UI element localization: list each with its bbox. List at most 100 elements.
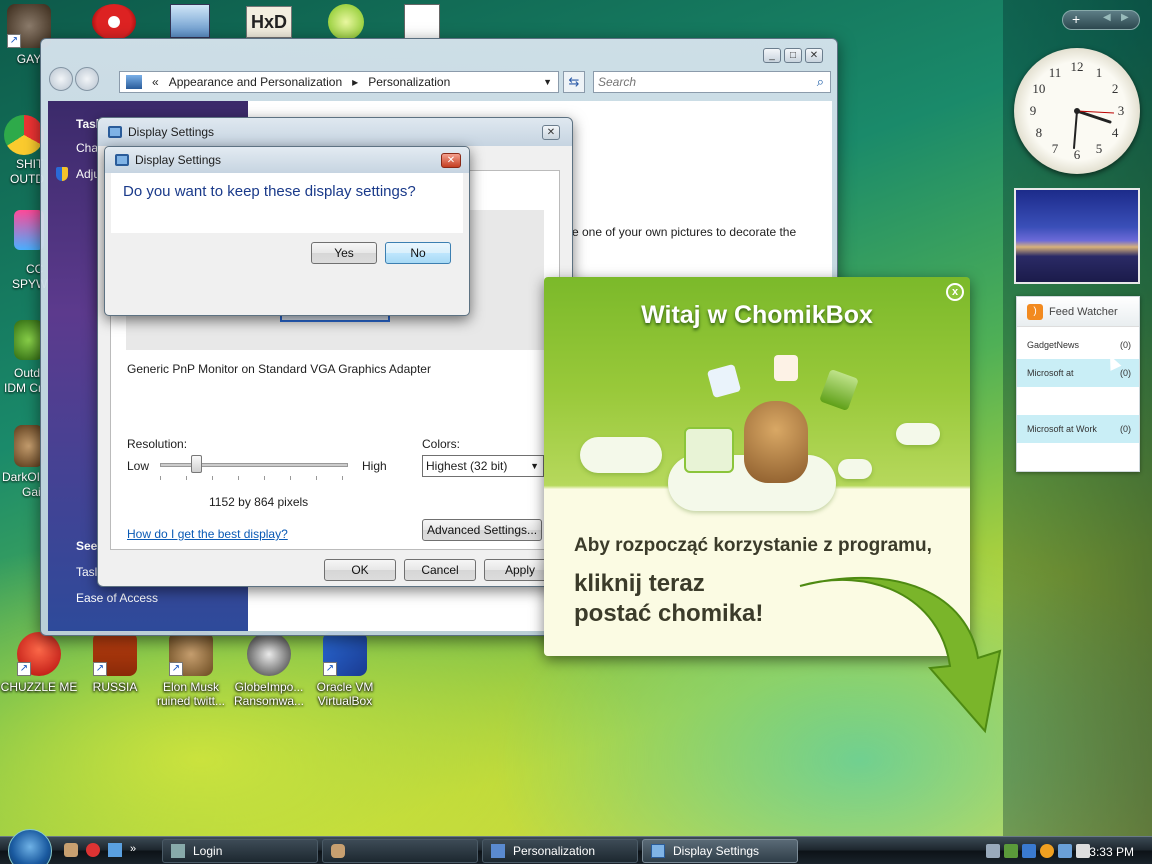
desktop-icon-label: OUTD	[10, 172, 44, 186]
task-link[interactable]: Cha	[76, 141, 98, 155]
feed-item-count: (0)	[1120, 340, 1131, 350]
call-to-action-line: kliknij teraz	[574, 570, 705, 597]
close-button[interactable]: ✕	[542, 125, 560, 140]
keep-settings-dialog[interactable]: Display Settings ✕ Do you want to keep t…	[104, 146, 470, 316]
next-gadget-icon[interactable]: ▶	[1121, 12, 1129, 23]
tray-icon[interactable]	[1022, 844, 1036, 858]
clock-numeral: 6	[1074, 147, 1081, 162]
search-input[interactable]	[594, 72, 794, 92]
window-app-icon[interactable]	[170, 4, 210, 38]
desktop-icon-elon[interactable]: ↗ Elon Musk ruined twitt...	[152, 632, 230, 708]
search-box[interactable]: ⌕	[593, 71, 831, 93]
shortcut-arrow-icon: ↗	[93, 662, 107, 676]
desktop-icon-label: GlobeImpo... Ransomwa...	[233, 680, 305, 708]
network-icon[interactable]	[1058, 844, 1072, 858]
help-link[interactable]: How do I get the best display?	[127, 527, 288, 541]
start-button[interactable]	[8, 829, 52, 864]
slideshow-gadget[interactable]	[1014, 188, 1140, 284]
tray-icon[interactable]	[1004, 844, 1018, 858]
chuzzle-icon: ↗	[17, 632, 61, 676]
nuclear-icon[interactable]	[92, 4, 136, 40]
desktop-icon-label: Outd	[14, 366, 41, 380]
resolution-value: 1152 by 864 pixels	[209, 495, 309, 509]
back-button[interactable]	[49, 67, 73, 91]
address-bar[interactable]: « Appearance and Personalization ▸ Perso…	[119, 71, 559, 93]
tasks-heading: Tasl	[76, 117, 100, 131]
colors-select[interactable]: Highest (32 bit) ▼	[422, 455, 544, 477]
document-icon[interactable]	[404, 4, 440, 40]
taskbar-clock[interactable]: 3:33 PM	[1089, 845, 1134, 859]
desktop-icon-label: RUSSIA	[92, 680, 138, 694]
desktop-icon-russia[interactable]: ↗ RUSSIA	[76, 632, 154, 694]
advanced-settings-button[interactable]: Advanced Settings...	[422, 519, 542, 541]
clock-numeral: 8	[1036, 125, 1043, 140]
feed-item[interactable]	[1017, 387, 1139, 415]
ok-button[interactable]: OK	[324, 559, 396, 581]
chomikbox-instruction: Aby rozpocząć korzystanie z programu,	[574, 535, 932, 556]
address-chevron[interactable]: «	[152, 75, 159, 89]
virtualbox-icon: ↗	[323, 632, 367, 676]
shortcut-arrow-icon: ↗	[169, 662, 183, 676]
quick-launch-icon[interactable]	[64, 843, 78, 857]
feed-item[interactable]: Microsoft at Work (0)	[1017, 415, 1139, 443]
monitor-icon	[108, 126, 122, 138]
refresh-button[interactable]: ⇆	[563, 71, 585, 93]
shortcut-arrow-icon: ↗	[7, 34, 21, 48]
taskbar-item-display-settings[interactable]: Display Settings	[642, 839, 798, 863]
slider-ticks	[160, 476, 348, 480]
hamster-mascot[interactable]	[744, 401, 808, 483]
document-file-icon	[819, 368, 859, 412]
breadcrumb-appearance[interactable]: Appearance and Personalization	[169, 75, 342, 89]
taskbar-item-label: Personalization	[513, 844, 596, 858]
feed-title: Feed Watcher	[1049, 305, 1118, 318]
chevron-down-icon: ▼	[530, 461, 539, 471]
see-also-link[interactable]: Tasl	[76, 565, 97, 579]
colors-label: Colors:	[422, 437, 461, 451]
clock-gadget[interactable]: 12 1 2 3 4 5 6 7 8 9 10 11	[1014, 48, 1140, 174]
close-button[interactable]: ✕	[441, 153, 461, 168]
clock-numeral: 4	[1112, 125, 1119, 140]
prev-gadget-icon[interactable]: ◀	[1103, 12, 1111, 23]
hxd-icon[interactable]: HxD	[246, 6, 292, 38]
clock-numeral: 3	[1118, 103, 1125, 118]
volume-muted-icon[interactable]	[1076, 844, 1090, 858]
taskbar-item-login[interactable]: Login	[162, 839, 318, 863]
slider-thumb[interactable]	[190, 455, 202, 473]
green-arrow-icon	[799, 576, 1002, 734]
desktop-icon-virtualbox[interactable]: ↗ Oracle VM VirtualBox	[306, 632, 384, 708]
yes-button[interactable]: Yes	[311, 242, 377, 264]
clock-numeral: 5	[1096, 141, 1103, 156]
taskbar-item-personalization[interactable]: Personalization	[482, 839, 638, 863]
search-icon[interactable]	[1040, 844, 1054, 858]
tray-icon[interactable]	[986, 844, 1000, 858]
close-button[interactable]: x	[946, 283, 964, 301]
add-gadget-button[interactable]: +	[1072, 11, 1080, 27]
minimize-button[interactable]: _	[763, 48, 781, 63]
resolution-slider[interactable]	[160, 463, 348, 467]
show-desktop-icon[interactable]	[108, 843, 122, 857]
feed-item[interactable]: GadgetNews (0)	[1017, 331, 1139, 359]
forward-button[interactable]	[75, 67, 99, 91]
breadcrumb-personalization[interactable]: Personalization	[368, 75, 450, 89]
desktop-icon-chuzzle[interactable]: ↗ CHUZZLE ME	[0, 632, 78, 694]
close-button[interactable]: ✕	[805, 48, 823, 63]
no-button[interactable]: No	[385, 242, 451, 264]
taskbar-item-chomikbox[interactable]	[322, 839, 478, 863]
lime-icon[interactable]	[328, 4, 364, 40]
breadcrumb-separator[interactable]: ▸	[352, 75, 358, 89]
see-also-heading: See	[76, 539, 98, 553]
cancel-button[interactable]: Cancel	[404, 559, 476, 581]
desktop-icon-globeimposter[interactable]: GlobeImpo... Ransomwa...	[230, 632, 308, 708]
feed-watcher-gadget[interactable]: ) Feed Watcher GadgetNews (0) Microsoft …	[1016, 296, 1140, 472]
desktop-icon-shit[interactable]	[4, 115, 44, 155]
chevron-icon[interactable]: »	[130, 843, 136, 857]
feed-item[interactable]: Microsoft at (0)	[1017, 359, 1139, 387]
maximize-button[interactable]: □	[784, 48, 802, 63]
quick-launch: »	[64, 843, 136, 857]
chevron-down-icon[interactable]: ▼	[543, 77, 552, 87]
clock-numeral: 9	[1030, 103, 1037, 118]
ease-of-access-link[interactable]: Ease of Access	[76, 591, 158, 605]
quick-launch-icon[interactable]	[86, 843, 100, 857]
search-icon[interactable]: ⌕	[817, 74, 824, 90]
sidebar-controls: + ◀ ▶	[1062, 10, 1140, 30]
